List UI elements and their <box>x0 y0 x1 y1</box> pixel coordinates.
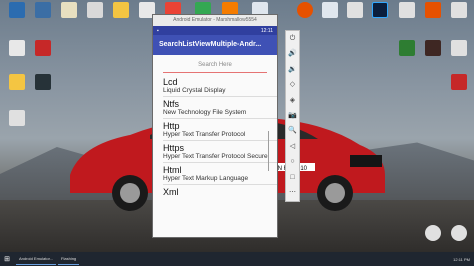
android-status-bar: ▪ 12:11 <box>153 26 277 35</box>
camera-icon[interactable]: 📷 <box>288 112 297 120</box>
taskbar-app-emulator[interactable]: Android Emulator... <box>16 253 57 265</box>
desktop-icon-20[interactable] <box>2 110 32 126</box>
home-icon[interactable]: ○ <box>290 158 294 166</box>
desktop-icon-19[interactable] <box>28 74 58 90</box>
list-item-title: Lcd <box>163 77 178 87</box>
back-icon[interactable]: ◁ <box>290 143 295 151</box>
desktop-icon-22[interactable] <box>444 40 474 56</box>
list-item-title: Ntfs <box>163 99 180 109</box>
desktop-icon-25[interactable] <box>444 225 474 241</box>
list-item[interactable]: Http Hyper Text Transfer Protocol <box>163 121 277 141</box>
list-item[interactable]: Xml <box>163 187 277 198</box>
volume-down-icon[interactable]: 🔉 <box>288 66 297 74</box>
rotate-right-icon[interactable]: ◈ <box>290 97 295 105</box>
clock[interactable]: 12:11 PM <box>453 257 470 262</box>
emulator-title-bar[interactable]: Android Emulator - Marshmallow5554 <box>153 15 277 26</box>
emulator-window: Android Emulator - Marshmallow5554 ▪ 12:… <box>152 14 278 238</box>
desktop-icon-photoshop[interactable] <box>365 2 395 18</box>
status-time: 12:11 <box>260 27 273 34</box>
app-title: SearchListViewMultiple-Andr... <box>153 35 277 55</box>
list-item-title: Https <box>163 143 185 153</box>
desktop-icon-17[interactable] <box>28 40 58 56</box>
taskbar-app-flashing[interactable]: Flashing <box>58 253 80 265</box>
list-item-description: Hyper Text Transfer Protocol <box>163 131 246 138</box>
list-item-title: Html <box>163 165 182 175</box>
emulator-toolbar: ⏻ 🔊 🔉 ◇ ◈ 📷 🔍 ◁ ○ □ ⋯ <box>285 30 300 202</box>
more-icon[interactable]: ⋯ <box>289 189 296 197</box>
desktop-icon-15[interactable] <box>444 2 474 18</box>
search-input[interactable]: Search Here <box>163 57 267 73</box>
list-item-description: New Technology File System <box>163 109 247 116</box>
list-item-title: Http <box>163 121 180 131</box>
system-tray: 12:11 PM <box>453 257 474 262</box>
notification-icon: ▪ <box>157 27 159 34</box>
list-item-description: Liquid Crystal Display <box>163 87 226 94</box>
list-item[interactable]: Lcd Liquid Crystal Display <box>163 77 277 97</box>
taskbar: ⊞ Android Emulator... Flashing 12:11 PM <box>0 252 474 266</box>
list-item-description: Hyper Text Transfer Protocol Secure <box>163 153 268 160</box>
results-list[interactable]: Lcd Liquid Crystal Display Ntfs New Tech… <box>153 73 277 219</box>
list-item[interactable]: Ntfs New Technology File System <box>163 99 277 119</box>
volume-up-icon[interactable]: 🔊 <box>288 50 297 58</box>
windows-icon[interactable]: ⊞ <box>0 252 14 266</box>
list-item[interactable]: Html Hyper Text Markup Language <box>163 165 277 185</box>
overview-icon[interactable]: □ <box>290 174 294 182</box>
rotate-left-icon[interactable]: ◇ <box>290 81 295 89</box>
scrollbar[interactable] <box>267 131 269 171</box>
list-item-title: Xml <box>163 187 179 197</box>
power-icon[interactable]: ⏻ <box>290 35 296 43</box>
zoom-icon[interactable]: 🔍 <box>288 127 297 135</box>
list-item-description: Hyper Text Markup Language <box>163 175 249 182</box>
list-item[interactable]: Https Hyper Text Transfer Protocol Secur… <box>163 143 277 163</box>
desktop-icon-23[interactable] <box>444 74 474 90</box>
